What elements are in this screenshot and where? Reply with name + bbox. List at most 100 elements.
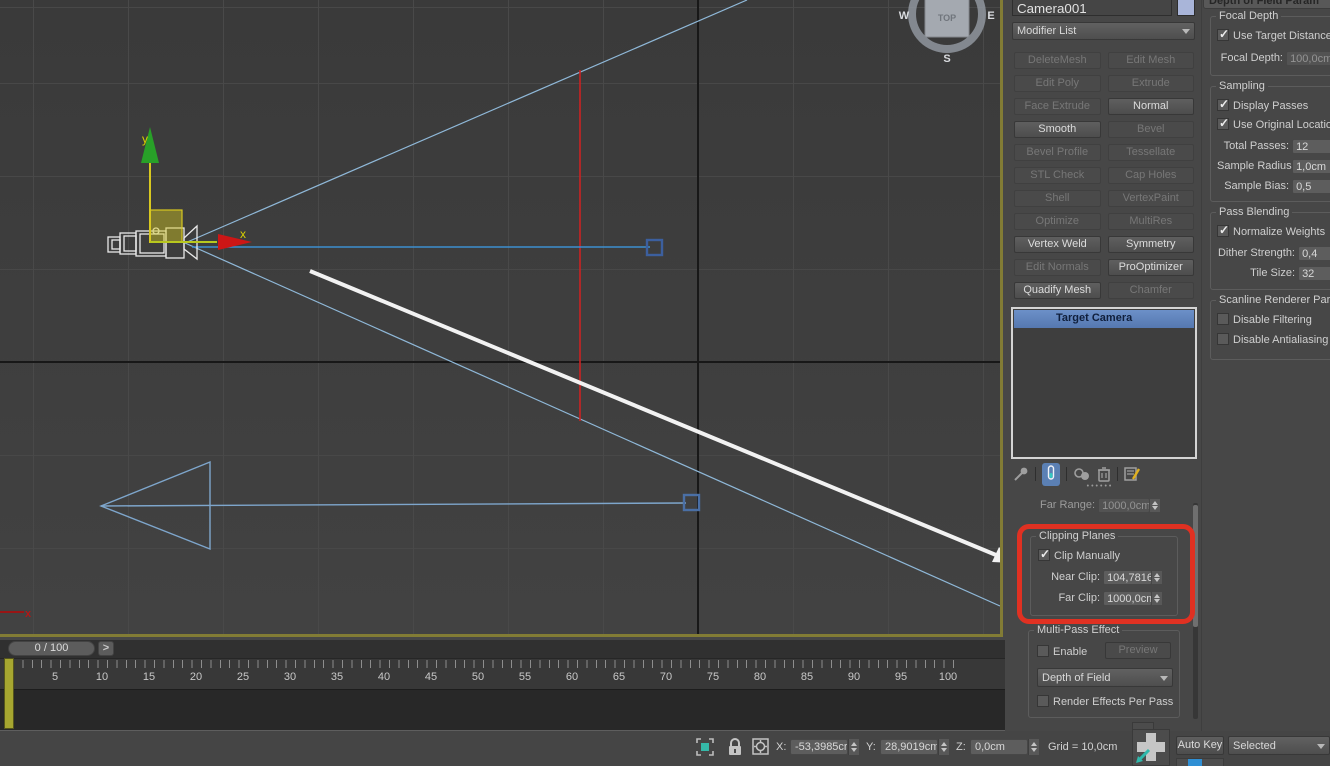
viewcube-top-label: TOP xyxy=(938,13,956,23)
far-clip-field[interactable]: 1000,0cm xyxy=(1103,591,1153,606)
time-slider-handle[interactable] xyxy=(4,658,14,729)
viewport-top[interactable]: y x x TOP W E S xyxy=(0,0,1003,637)
use-target-distance-checkbox[interactable] xyxy=(1217,27,1229,41)
camera2-target[interactable] xyxy=(682,493,701,512)
viewcube-south-label[interactable]: S xyxy=(943,53,950,65)
x-coord-spinner[interactable] xyxy=(848,739,859,755)
transform-typein-icon[interactable] xyxy=(752,738,769,755)
viewcube-east-label[interactable]: E xyxy=(987,10,994,22)
chevron-down-icon xyxy=(1160,675,1168,681)
camera-fov-line-upper xyxy=(184,0,748,244)
timeline-tick-label: 30 xyxy=(283,671,297,683)
tile-size-field[interactable]: 32 xyxy=(1298,266,1330,281)
partial-icon-fragment xyxy=(1188,759,1202,766)
set-keys-button[interactable] xyxy=(1132,729,1170,766)
y-coord-field[interactable]: 28,9019cm xyxy=(880,739,938,755)
use-original-location-checkbox[interactable] xyxy=(1217,116,1229,130)
total-passes-label: Total Passes: xyxy=(1223,140,1289,153)
panel-column-divider xyxy=(1201,0,1202,731)
modifier-button-bevel-profile: Bevel Profile xyxy=(1014,144,1101,161)
disable-filtering-checkbox[interactable] xyxy=(1217,313,1229,325)
auto-key-button[interactable]: Auto Key xyxy=(1176,736,1224,755)
disable-antialiasing-checkbox[interactable] xyxy=(1217,333,1229,345)
clip-manually-label: Clip Manually xyxy=(1054,550,1121,562)
multi-pass-effect-dropdown[interactable]: Depth of Field xyxy=(1037,668,1173,687)
pass-blending-title: Pass Blending xyxy=(1216,206,1293,218)
modifier-button-symmetry[interactable]: Symmetry xyxy=(1107,236,1194,253)
z-coord-spinner[interactable] xyxy=(1028,739,1039,755)
toolbar-separator xyxy=(1035,467,1036,481)
viewport-scene: y x x TOP W E S xyxy=(0,0,1000,620)
object-color-swatch[interactable] xyxy=(1177,0,1195,16)
timeline-tick-label: 65 xyxy=(612,671,626,683)
configure-modifier-sets-icon[interactable] xyxy=(1124,466,1141,482)
modifier-button-normal[interactable]: Normal xyxy=(1107,98,1194,115)
x-coord-field[interactable]: -53,3985cr xyxy=(790,739,848,755)
selection-set-dropdown[interactable]: Selected xyxy=(1228,736,1330,755)
neg-x-label: x xyxy=(25,608,32,620)
sample-bias-field[interactable]: 0,5 xyxy=(1292,179,1330,194)
timeline-ruler[interactable]: 0510152025303540455055606570758085909510… xyxy=(0,658,1010,689)
modifier-button-vertex-weld[interactable]: Vertex Weld xyxy=(1014,236,1101,253)
timeline-tick-label: 100 xyxy=(938,671,958,683)
y-coord-label: Y: xyxy=(866,741,876,753)
pass-blending-group: Pass Blending Normalize Weights Dither S… xyxy=(1210,206,1330,290)
toolbar-separator xyxy=(1117,467,1118,481)
multi-pass-effect-title: Multi-Pass Effect xyxy=(1034,624,1123,636)
next-frame-button[interactable]: > xyxy=(98,641,114,656)
dither-strength-field[interactable]: 0,4 xyxy=(1298,246,1330,261)
annotation-arrow xyxy=(309,269,1000,563)
modifier-button-extrude: Extrude xyxy=(1107,75,1194,92)
near-clip-field[interactable]: 104,7816c xyxy=(1103,570,1153,585)
far-range-spinner[interactable] xyxy=(1150,498,1162,513)
modifier-button-chamfer: Chamfer xyxy=(1107,282,1194,299)
preview-button[interactable]: Preview xyxy=(1105,642,1171,659)
panel-scroll-grip[interactable]: •••••• xyxy=(1060,483,1140,490)
time-slider-frame-indicator[interactable]: 0 / 100 xyxy=(8,641,95,656)
viewcube[interactable]: TOP W E S xyxy=(899,0,995,65)
modifier-list-label: Modifier List xyxy=(1017,25,1077,37)
modifier-button-smooth[interactable]: Smooth xyxy=(1014,121,1101,138)
timeline-tick-label: 25 xyxy=(236,671,250,683)
y-coord-spinner[interactable] xyxy=(938,739,949,755)
total-passes-field[interactable]: 12 xyxy=(1292,139,1330,154)
stack-item-target-camera[interactable]: Target Camera xyxy=(1014,310,1194,328)
camera2[interactable] xyxy=(99,460,701,551)
enable-checkbox[interactable] xyxy=(1037,645,1049,657)
focal-depth-field[interactable]: 100,0cm xyxy=(1286,51,1330,66)
viewcube-west-label[interactable]: W xyxy=(899,10,910,22)
selection-set-value: Selected xyxy=(1233,739,1276,752)
modifier-stack-list[interactable]: Target Camera xyxy=(1011,307,1197,459)
pin-stack-icon[interactable] xyxy=(1013,466,1029,482)
dither-strength-label: Dither Strength: xyxy=(1217,247,1295,260)
isolate-selection-icon[interactable] xyxy=(696,738,714,756)
clip-manually-checkbox[interactable] xyxy=(1038,547,1050,561)
display-passes-label: Display Passes xyxy=(1233,100,1309,112)
panel-scrollbar-thumb[interactable] xyxy=(1193,505,1198,627)
render-effects-per-pass-checkbox[interactable] xyxy=(1037,695,1049,707)
display-passes-checkbox[interactable] xyxy=(1217,97,1229,111)
modifier-button-quadify-mesh[interactable]: Quadify Mesh xyxy=(1014,282,1101,299)
timeline-tick-label: 35 xyxy=(330,671,344,683)
make-unique-icon[interactable] xyxy=(1073,466,1091,482)
show-end-result-icon[interactable] xyxy=(1042,462,1060,486)
remove-modifier-icon[interactable] xyxy=(1097,466,1111,482)
object-name-input[interactable] xyxy=(1012,0,1172,16)
timeline-tick-label: 60 xyxy=(565,671,579,683)
modifier-button-prooptimizer[interactable]: ProOptimizer xyxy=(1107,259,1194,276)
normalize-weights-checkbox[interactable] xyxy=(1217,223,1229,237)
timeline-ticks xyxy=(13,660,958,668)
far-range-field[interactable]: 1000,0cm xyxy=(1098,498,1151,513)
grid-size-readout: Grid = 10,0cm xyxy=(1048,741,1118,753)
dof-rollout-header[interactable]: Depth of Field Param xyxy=(1203,0,1330,9)
panel-scrollbar[interactable] xyxy=(1193,503,1198,719)
far-clip-spinner[interactable] xyxy=(1152,591,1164,606)
modifier-list-dropdown[interactable]: Modifier List xyxy=(1012,22,1195,40)
timeline-tick-label: 85 xyxy=(800,671,814,683)
far-range-label: Far Range: xyxy=(1039,499,1095,512)
selection-lock-icon[interactable] xyxy=(727,738,743,756)
near-clip-spinner[interactable] xyxy=(1152,570,1164,585)
sample-radius-field[interactable]: 1,0cm xyxy=(1292,159,1330,174)
track-bar[interactable] xyxy=(0,689,1010,731)
z-coord-field[interactable]: 0,0cm xyxy=(970,739,1028,755)
